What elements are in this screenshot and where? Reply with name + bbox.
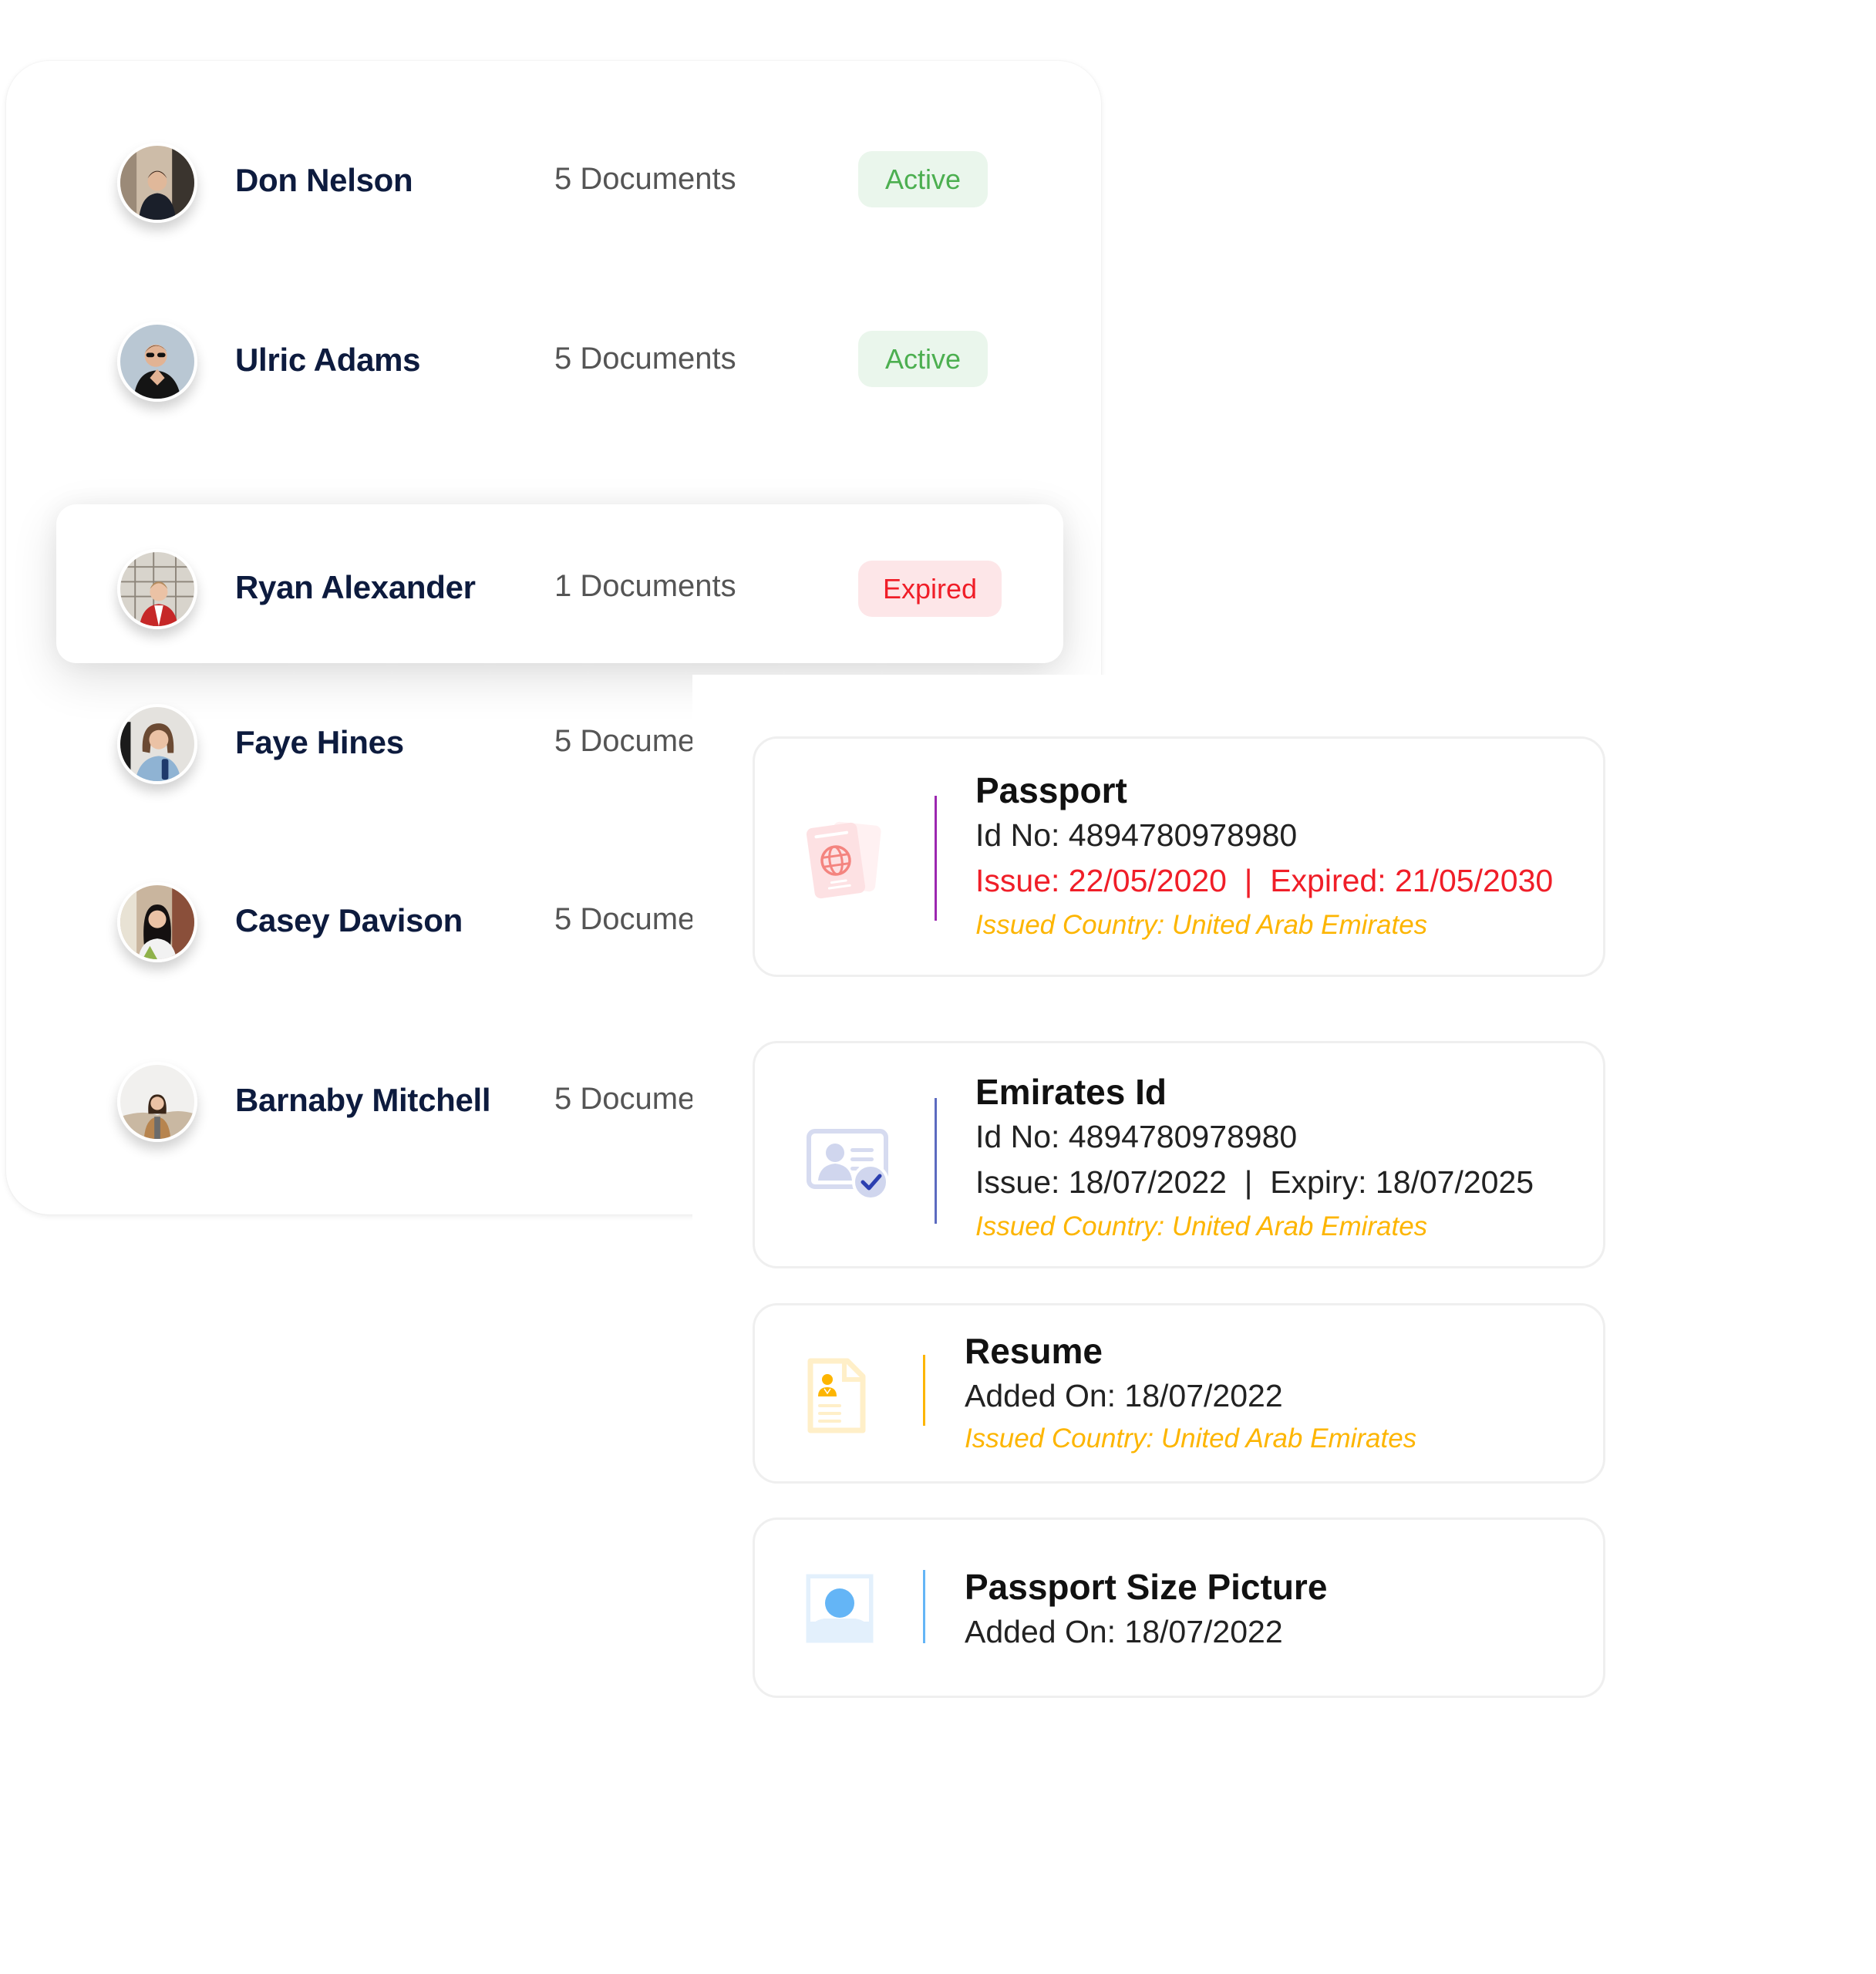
- document-card-emirates-id[interactable]: Emirates Id Id No: 4894780978980 Issue: …: [753, 1041, 1605, 1268]
- status-badge: Active: [858, 151, 988, 207]
- avatar: [117, 704, 197, 784]
- document-title: Passport Size Picture: [965, 1567, 1328, 1607]
- status-badge: Expired: [858, 561, 1002, 617]
- avatar: [117, 143, 197, 223]
- document-title: Resume: [965, 1331, 1103, 1371]
- document-id: Id No: 4894780978980: [975, 817, 1298, 853]
- issued-country: Issued Country: United Arab Emirates: [965, 1423, 1417, 1454]
- document-count: 5 Documents: [554, 1082, 692, 1116]
- avatar-photo-icon: [120, 1065, 194, 1139]
- id-card-check-icon: [807, 1129, 889, 1201]
- document-count: 1 Documents: [554, 569, 736, 603]
- resume-icon: [807, 1358, 866, 1433]
- passport-icon: [806, 821, 881, 899]
- document-card-passport[interactable]: Passport Id No: 4894780978980 Issue: 22/…: [753, 736, 1605, 977]
- avatar-photo-icon: [120, 325, 194, 399]
- user-name[interactable]: Casey Davison: [235, 902, 463, 939]
- avatar: [117, 882, 197, 962]
- avatar: [117, 322, 197, 402]
- document-added-date: Added On: 18/07/2022: [965, 1378, 1283, 1413]
- user-name[interactable]: Ryan Alexander: [235, 569, 476, 606]
- document-count: 5 Documents: [554, 342, 736, 376]
- document-card-resume[interactable]: Resume Added On: 18/07/2022 Issued Count…: [753, 1303, 1605, 1484]
- document-card-passport-picture[interactable]: Passport Size Picture Added On: 18/07/20…: [753, 1518, 1605, 1698]
- document-count: 5 Documents: [554, 724, 692, 758]
- user-name[interactable]: Barnaby Mitchell: [235, 1082, 491, 1119]
- avatar-photo-icon: [120, 885, 194, 959]
- accent-divider: [923, 1570, 925, 1643]
- avatar: [117, 549, 197, 629]
- document-count: 5 Documents: [554, 162, 736, 196]
- profile-picture-icon: [806, 1574, 874, 1643]
- document-dates: Issue: 18/07/2022 | Expiry: 18/07/2025: [975, 1164, 1534, 1200]
- document-title: Emirates Id: [975, 1072, 1167, 1112]
- avatar-photo-icon: [120, 146, 194, 220]
- status-badge: Active: [858, 331, 988, 387]
- user-name[interactable]: Faye Hines: [235, 724, 404, 761]
- avatar: [117, 1062, 197, 1142]
- document-id: Id No: 4894780978980: [975, 1119, 1298, 1154]
- user-name[interactable]: Ulric Adams: [235, 342, 421, 379]
- document-count: 5 Documents: [554, 902, 692, 936]
- document-dates: Issue: 22/05/2020 | Expired: 21/05/2030: [975, 863, 1554, 898]
- accent-divider: [935, 796, 937, 921]
- avatar-photo-icon: [120, 707, 194, 781]
- user-name[interactable]: Don Nelson: [235, 162, 413, 199]
- document-added-date: Added On: 18/07/2022: [965, 1614, 1283, 1649]
- issued-country: Issued Country: United Arab Emirates: [975, 910, 1428, 940]
- accent-divider: [935, 1098, 937, 1224]
- issued-country: Issued Country: United Arab Emirates: [975, 1211, 1428, 1241]
- avatar-photo-icon: [120, 552, 194, 626]
- document-title: Passport: [975, 770, 1127, 810]
- accent-divider: [923, 1355, 925, 1426]
